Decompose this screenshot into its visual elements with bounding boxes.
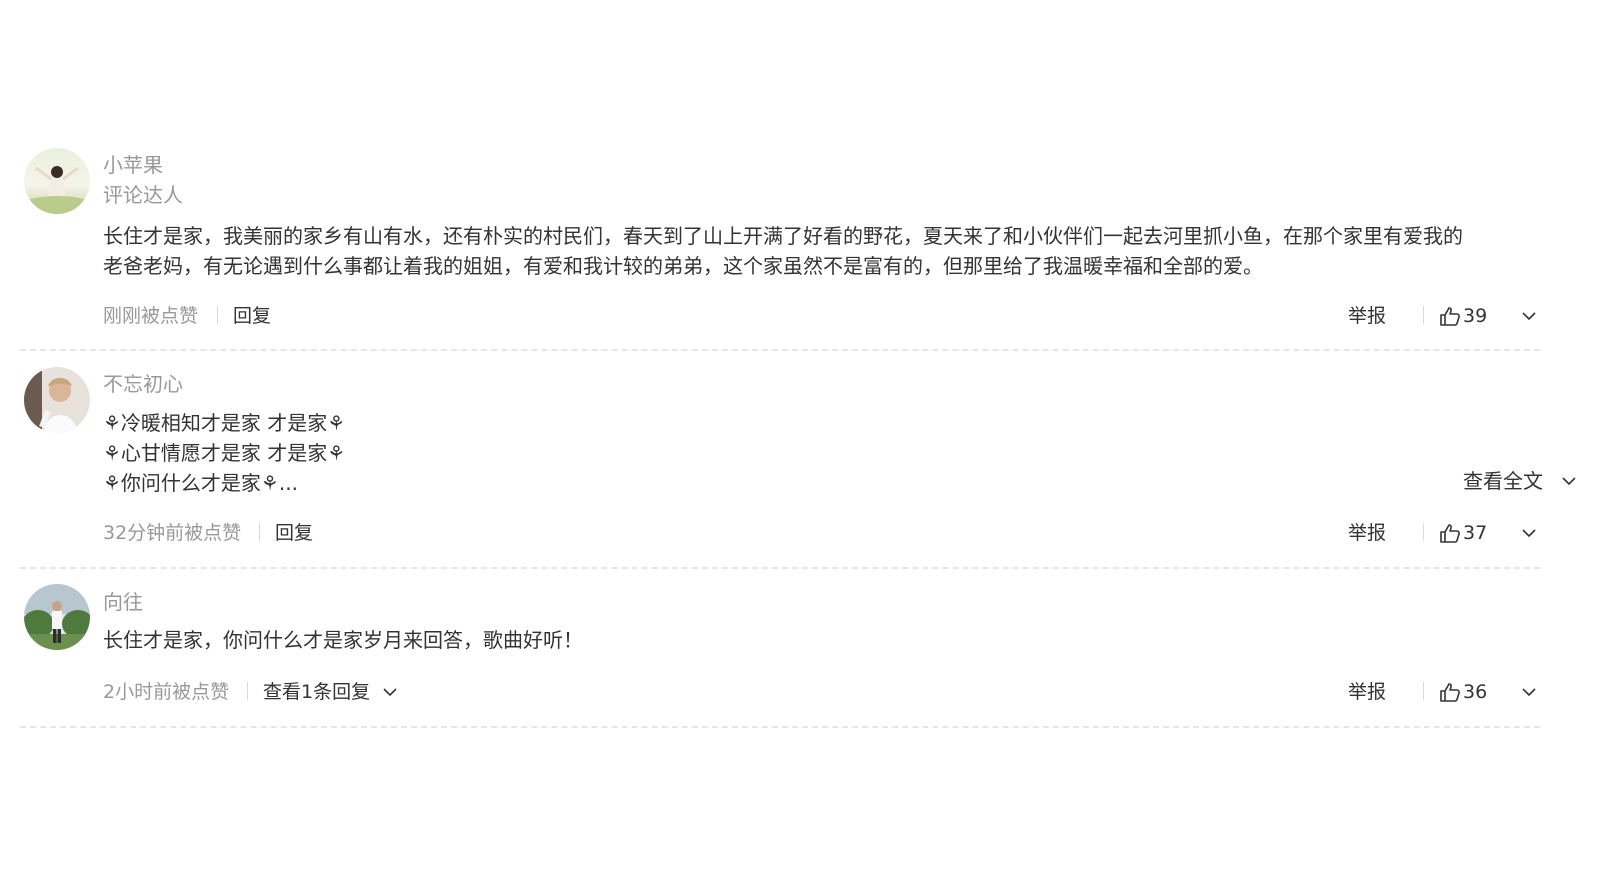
username[interactable]: 不忘初心 [103, 372, 183, 396]
comment-actions: 32分钟前被点赞 回复 举报 37 [103, 519, 1543, 547]
chevron-down-icon [383, 688, 397, 697]
separator [247, 682, 248, 700]
report-button[interactable]: 举报 [1348, 678, 1386, 706]
liked-time: 刚刚被点赞 [103, 305, 199, 327]
divider [20, 726, 1540, 728]
reply-button[interactable]: 回复 [275, 519, 313, 547]
like-button[interactable]: 39 [1439, 302, 1491, 330]
right-actions: 举报 37 [1348, 519, 1543, 547]
comment-text-line: 长住才是家，我美丽的家乡有山有水，还有朴实的村民们，春天到了山上开满了好看的野花… [103, 224, 1463, 248]
separator [1423, 306, 1424, 324]
report-button[interactable]: 举报 [1348, 519, 1386, 547]
username[interactable]: 向往 [103, 590, 143, 614]
like-count: 39 [1463, 305, 1488, 327]
avatar-image [24, 584, 90, 650]
comment-actions: 刚刚被点赞 回复 举报 39 [103, 302, 1543, 330]
comment-text: 长住才是家，我美丽的家乡有山有水，还有朴实的村民们，春天到了山上开满了好看的野花… [103, 221, 1543, 281]
avatar-image [24, 148, 90, 214]
like-button[interactable]: 37 [1439, 519, 1491, 547]
chevron-down-icon [1562, 477, 1576, 486]
avatar[interactable] [24, 148, 90, 214]
separator [217, 306, 218, 324]
avatar[interactable] [24, 584, 90, 650]
thumbs-up-icon [1440, 524, 1460, 543]
liked-time: 2小时前被点赞 [103, 681, 230, 703]
user-badge: 评论达人 [103, 183, 183, 207]
report-button[interactable]: 举报 [1348, 302, 1386, 330]
separator [1423, 682, 1424, 700]
separator [259, 523, 260, 541]
username[interactable]: 小苹果 [103, 153, 163, 177]
comment-text-line: ⚘心甘情愿才是家 才是家⚘ [103, 441, 346, 465]
reply-button[interactable]: 回复 [233, 302, 271, 330]
chevron-down-icon[interactable] [1521, 686, 1537, 698]
comment-text-line: ⚘你问什么才是家⚘... [103, 471, 298, 495]
divider [20, 567, 1540, 569]
like-count: 36 [1463, 681, 1488, 703]
separator [1423, 523, 1424, 541]
chevron-down-icon[interactable] [1521, 310, 1537, 322]
like-count: 37 [1463, 522, 1488, 544]
right-actions: 举报 36 [1348, 678, 1543, 706]
thumbs-up-icon [1440, 307, 1460, 326]
chevron-down-icon[interactable] [1521, 527, 1537, 539]
comment-actions: 2小时前被点赞 查看1条回复 举报 36 [103, 678, 1543, 706]
thumbs-up-icon [1440, 683, 1460, 702]
divider [20, 349, 1540, 351]
comment-text-line: 老爸老妈，有无论遇到什么事都让着我的姐姐，有爱和我计较的弟弟，这个家虽然不是富有… [103, 254, 1263, 278]
avatar[interactable] [24, 367, 90, 433]
comment-text: 长住才是家，你问什么才是家岁月来回答，歌曲好听！ [103, 625, 1543, 655]
view-full-text-button[interactable]: 查看全文 [1463, 467, 1576, 495]
comment-list: 小苹果 评论达人 长住才是家，我美丽的家乡有山有水，还有朴实的村民们，春天到了山… [0, 0, 1600, 884]
liked-time: 32分钟前被点赞 [103, 522, 242, 544]
like-button[interactable]: 36 [1439, 678, 1491, 706]
right-actions: 举报 39 [1348, 302, 1543, 330]
view-replies-button[interactable]: 查看1条回复 [263, 678, 397, 706]
comment-text-line: ⚘冷暖相知才是家 才是家⚘ [103, 411, 346, 435]
comment-text: ⚘冷暖相知才是家 才是家⚘ ⚘心甘情愿才是家 才是家⚘ ⚘你问什么才是家⚘... [103, 408, 1543, 498]
comment-text-line: 长住才是家，你问什么才是家岁月来回答，歌曲好听！ [103, 628, 583, 652]
avatar-image [24, 367, 90, 433]
view-full-text-label: 查看全文 [1463, 469, 1543, 493]
view-replies-label: 查看1条回复 [263, 681, 371, 703]
